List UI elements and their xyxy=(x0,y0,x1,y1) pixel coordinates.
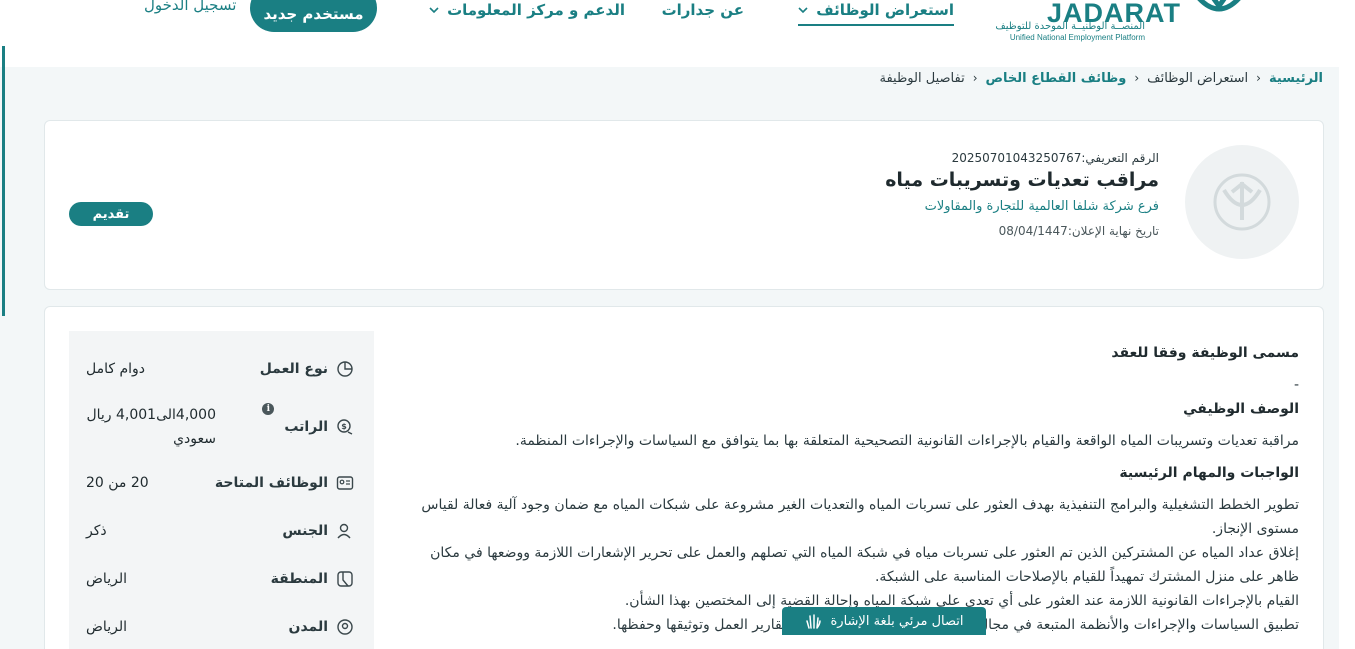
job-title: مراقب تعديات وتسريبات مياه xyxy=(885,169,1159,191)
job-header-card: الرقم التعريفي:20250701043250767 مراقب ت… xyxy=(44,120,1324,290)
chevron-left-icon: ‹ xyxy=(972,71,978,85)
sign-language-label: اتصال مرئي بلغة الإشارة xyxy=(830,613,964,629)
meta-work-type: نوع العمل دوام كامل xyxy=(86,357,354,381)
apply-button[interactable]: تقديم xyxy=(69,202,153,226)
meta-salary-label-text: الراتب xyxy=(284,419,328,435)
contract-title-heading: مسمى الوظيفة وفقا للعقد xyxy=(1111,345,1299,361)
location-pin-icon xyxy=(337,619,353,635)
meta-city-label: المدن xyxy=(289,615,354,639)
sign-language-call-button[interactable]: اتصال مرئي بلغة الإشارة xyxy=(782,607,986,635)
meta-region: المنطقة الرياض xyxy=(86,567,354,591)
description-body: مراقبة تعديات وتسريبات المياه الواقعة وا… xyxy=(515,433,1299,449)
info-icon[interactable]: i xyxy=(262,403,275,415)
job-details-text: مسمى الوظيفة وفقا للعقد - الوصف الوظيفي … xyxy=(407,341,1299,637)
user-icon xyxy=(337,523,351,539)
nav-support-label: الدعم و مركز المعلومات xyxy=(447,1,625,19)
meta-vacancies-label-text: الوظائف المتاحة xyxy=(214,475,328,491)
job-info: الرقم التعريفي:20250701043250767 مراقب ت… xyxy=(885,151,1159,238)
meta-gender-value: ذكر xyxy=(86,523,107,539)
chevron-down-icon xyxy=(798,7,808,14)
money-icon: $ xyxy=(337,419,353,435)
duties-heading: الواجبات والمهام الرئيسية xyxy=(1119,465,1299,481)
meta-salary-value: 4,000الى4,001 ريال سعودي xyxy=(86,407,216,447)
chevron-left-icon: ‹ xyxy=(1256,71,1261,85)
meta-city: المدن الرياض xyxy=(86,615,354,639)
nav-support[interactable]: الدعم و مركز المعلومات xyxy=(429,0,625,24)
logo-english-tagline: Unified National Employment Platform xyxy=(1009,33,1145,42)
new-user-button[interactable]: مستخدم جديد xyxy=(250,0,377,32)
description-heading: الوصف الوظيفي xyxy=(1183,401,1299,417)
job-id-label: الرقم التعريفي: xyxy=(1081,151,1159,165)
meta-city-value: الرياض xyxy=(86,619,127,635)
map-icon xyxy=(337,571,353,587)
meta-gender: الجنس ذكر xyxy=(86,519,354,543)
meta-work-type-label-text: نوع العمل xyxy=(259,361,328,377)
job-details-card: مسمى الوظيفة وفقا للعقد - الوصف الوظيفي … xyxy=(44,306,1324,649)
job-deadline: تاريخ نهاية الإعلان:08/04/1447 xyxy=(885,224,1159,238)
hand-sign-icon xyxy=(806,614,822,629)
pie-chart-icon xyxy=(337,361,353,377)
company-logo-placeholder xyxy=(1185,145,1299,259)
emblem-icon xyxy=(1213,173,1271,231)
job-deadline-label: تاريخ نهاية الإعلان: xyxy=(1067,224,1159,238)
chevron-down-icon xyxy=(429,7,439,14)
job-company-link[interactable]: فرع شركة شلفا العالمية للتجارة والمقاولا… xyxy=(885,199,1159,214)
meta-salary: $ الراتب i 4,000الى4,001 ريال سعودي xyxy=(86,403,354,451)
top-header: JADARAT المنصــة الوطنيــة الموحدة للتوظ… xyxy=(0,0,1355,66)
chevron-left-icon: ‹ xyxy=(1134,71,1140,85)
duty-item: إغلاق عداد المياه عن المشتركين الذين تم … xyxy=(430,545,1299,585)
jadarat-logo[interactable]: JADARAT المنصــة الوطنيــة الموحدة للتوظ… xyxy=(995,0,1251,52)
job-deadline-value: 08/04/1447 xyxy=(998,224,1068,238)
meta-work-type-label: نوع العمل xyxy=(260,357,354,381)
meta-vacancies-label: الوظائف المتاحة xyxy=(215,471,354,495)
breadcrumb-browse-jobs[interactable]: استعراض الوظائف xyxy=(1147,71,1248,86)
meta-region-label-text: المنطقة xyxy=(270,571,328,587)
breadcrumb-home[interactable]: الرئيسية xyxy=(1269,71,1323,86)
nav-browse-jobs[interactable]: استعراض الوظائف xyxy=(798,0,954,26)
meta-work-type-value: دوام كامل xyxy=(86,361,146,377)
id-card-icon xyxy=(336,476,354,490)
job-id-value: 20250701043250767 xyxy=(951,151,1082,165)
meta-gender-label: الجنس xyxy=(282,519,354,543)
breadcrumb-private-sector[interactable]: وظائف القطاع الخاص xyxy=(986,71,1127,86)
left-accent-bar xyxy=(2,46,5,316)
breadcrumb: الرئيسية ‹ استعراض الوظائف ‹ وظائف القطا… xyxy=(879,68,1323,88)
meta-vacancies-value: 20 من 20 xyxy=(86,475,149,491)
meta-region-label: المنطقة xyxy=(271,567,354,591)
svg-text:$: $ xyxy=(341,422,347,431)
meta-region-value: الرياض xyxy=(86,571,127,587)
job-id: الرقم التعريفي:20250701043250767 xyxy=(885,151,1159,165)
meta-salary-label: $ الراتب i xyxy=(262,403,354,451)
meta-city-label-text: المدن xyxy=(288,619,328,635)
login-link[interactable]: تسجيل الدخول xyxy=(144,0,236,14)
logo-arabic-tagline: المنصــة الوطنيــة الموحدة للتوظيف xyxy=(995,21,1145,32)
meta-gender-label-text: الجنس xyxy=(282,523,328,539)
contract-title-value: - xyxy=(1293,377,1299,393)
nav-about[interactable]: عن جدارات xyxy=(662,0,744,24)
duty-item: تطوير الخطط التشغيلية والبرامج التنفيذية… xyxy=(421,497,1299,537)
nav-browse-jobs-label: استعراض الوظائف xyxy=(816,1,954,19)
job-meta-panel: نوع العمل دوام كامل $ الراتب i 4,000الى4… xyxy=(69,331,374,649)
meta-vacancies: الوظائف المتاحة 20 من 20 xyxy=(86,471,354,495)
palm-swords-icon xyxy=(1197,0,1241,12)
breadcrumb-current: تفاصيل الوظيفة xyxy=(879,70,965,86)
nav-about-label: عن جدارات xyxy=(661,1,744,19)
